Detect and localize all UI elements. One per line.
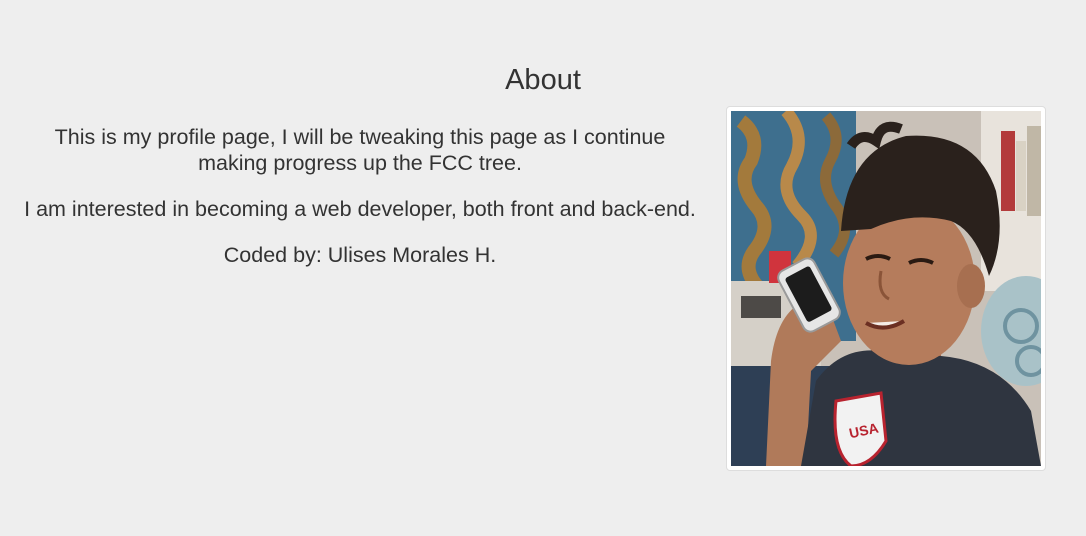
about-section: This is my profile page, I will be tweak… [20,124,700,288]
profile-page: About This is my profile page, I will be… [0,0,1086,536]
page-title: About [505,64,581,96]
profile-photo-image: USA [731,111,1041,466]
about-paragraph-credit: Coded by: Ulises Morales H. [223,243,497,267]
profile-photo-frame: USA [726,106,1046,471]
profile-photo: USA [731,111,1041,466]
about-paragraph-intro: This is my profile page, I will be tweak… [54,125,666,175]
about-paragraph-interest: I am interested in becoming a web develo… [24,197,696,221]
